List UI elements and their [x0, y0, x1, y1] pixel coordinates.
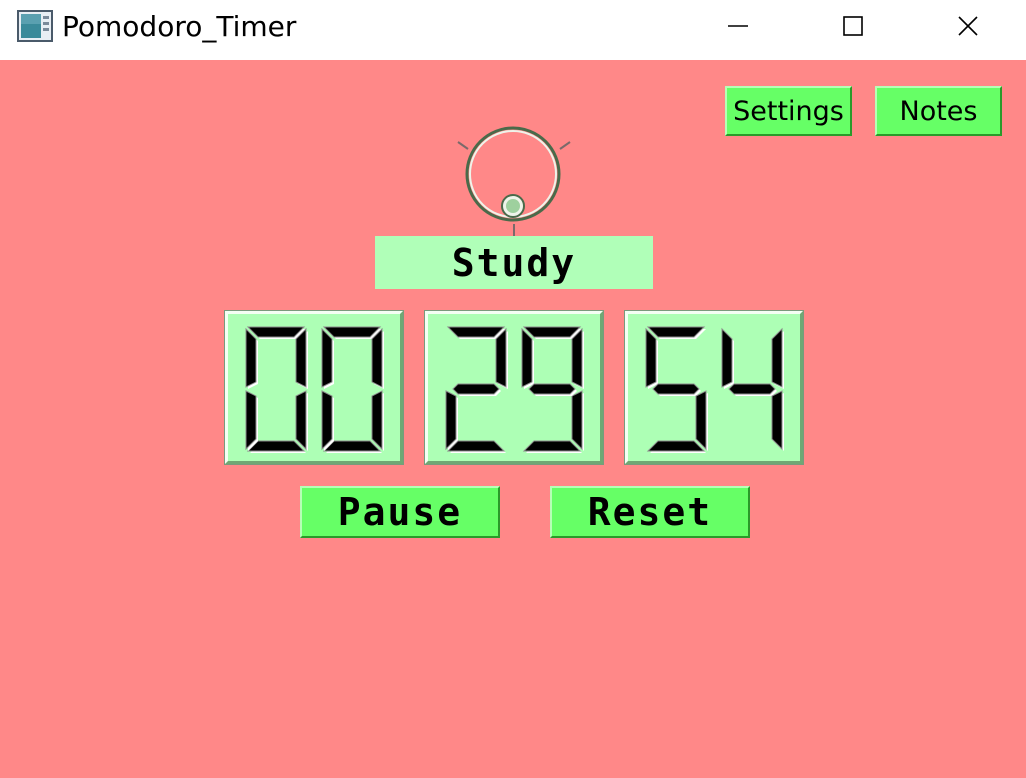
- digit-segment: [571, 327, 583, 388]
- digit-segment: [695, 390, 707, 451]
- digit-segment: [646, 440, 706, 452]
- maximize-icon: [843, 16, 863, 36]
- digit-segment: [771, 390, 783, 451]
- digit-segment: [522, 326, 582, 338]
- digit-segment: [728, 383, 776, 395]
- close-button[interactable]: [910, 0, 1026, 52]
- hours-digits: [245, 326, 384, 453]
- notes-button[interactable]: Notes: [875, 86, 1002, 136]
- minimize-button[interactable]: [680, 0, 796, 52]
- pomodoro-window: Pomodoro_Timer Settings Notes Study Paus…: [0, 0, 1026, 778]
- digit-segment: [245, 390, 257, 451]
- digit-segment: [246, 326, 306, 338]
- mode-label: Study: [451, 240, 577, 285]
- pause-button[interactable]: Pause: [300, 486, 500, 538]
- digit-segment: [652, 383, 700, 395]
- digit-segment: [721, 327, 733, 388]
- minutes-display: 29: [424, 310, 604, 465]
- digit-segment: [446, 440, 506, 452]
- digit-segment: [322, 326, 382, 338]
- digit-segment: [321, 390, 333, 451]
- title-bar[interactable]: Pomodoro_Timer: [0, 0, 1026, 60]
- timer-dial-icon: [457, 126, 571, 236]
- seconds-digits: [645, 326, 784, 453]
- digit-segment: [245, 327, 257, 388]
- hours-display: 00: [224, 310, 404, 465]
- maximize-button[interactable]: [795, 0, 911, 52]
- digit-segment: [452, 383, 500, 395]
- minimize-icon: [728, 25, 748, 27]
- minutes-digits: [445, 326, 584, 453]
- digit-segment: [446, 326, 506, 338]
- digit-segment: [495, 327, 507, 388]
- digit-segment: [295, 390, 307, 451]
- reset-button[interactable]: Reset: [550, 486, 750, 538]
- digit-segment: [645, 327, 657, 388]
- digit-segment: [771, 327, 783, 388]
- digit-segment: [646, 326, 706, 338]
- mode-label-box: Study: [375, 236, 653, 289]
- digit-segment: [371, 327, 383, 388]
- window-title: Pomodoro_Timer: [62, 10, 297, 43]
- digit-segment: [445, 390, 457, 451]
- digit-segment: [571, 390, 583, 451]
- digit-segment: [522, 440, 582, 452]
- digit-segment: [371, 390, 383, 451]
- close-icon: [958, 16, 978, 36]
- settings-button[interactable]: Settings: [725, 86, 852, 136]
- digit-segment: [295, 327, 307, 388]
- digit-segment: [528, 383, 576, 395]
- digit-segment: [321, 327, 333, 388]
- seconds-display: 54: [624, 310, 804, 465]
- app-icon: [17, 10, 53, 42]
- digit-segment: [521, 327, 533, 388]
